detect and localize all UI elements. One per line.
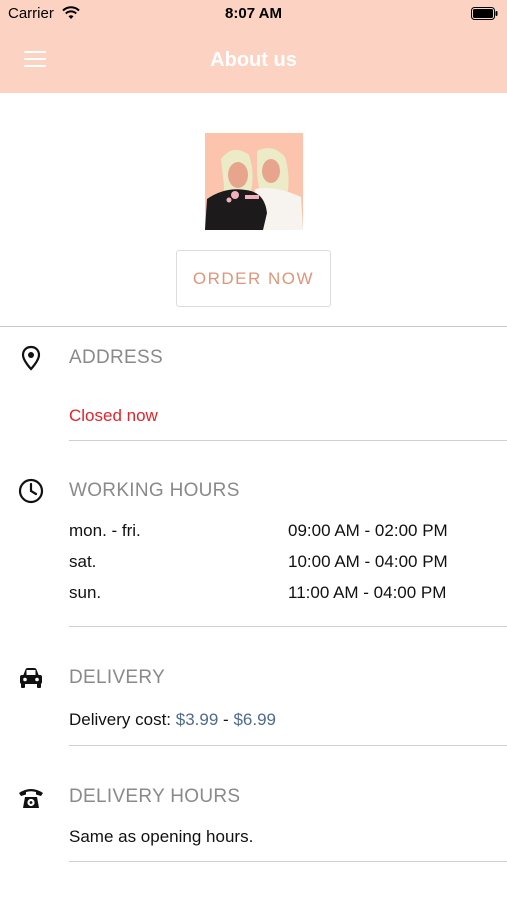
hours-time: 09:00 AM - 02:00 PM (288, 521, 448, 540)
delivery-title: DELIVERY (69, 667, 166, 688)
car-icon (20, 668, 42, 688)
working-hours-title: WORKING HOURS (69, 480, 240, 501)
hours-day: sun. (69, 583, 102, 602)
section-divider (0, 326, 507, 327)
delivery-max-price: $6.99 (233, 710, 276, 729)
address-title: ADDRESS (69, 347, 163, 368)
clock-icon (18, 478, 44, 504)
section-divider (69, 861, 507, 862)
map-pin-icon (21, 345, 41, 371)
section-divider (69, 745, 507, 746)
section-divider (69, 626, 507, 627)
hours-day: sat. (69, 552, 97, 571)
open-status: Closed now (69, 406, 158, 425)
order-now-button[interactable]: ORDER NOW (176, 250, 331, 307)
price-separator: - (223, 710, 229, 729)
delivery-cost-label: Delivery cost: (69, 710, 172, 729)
delivery-min-price: $3.99 (175, 710, 219, 729)
hours-time: 10:00 AM - 04:00 PM (288, 552, 448, 571)
status-bar: Carrier 8:07 AM (0, 0, 507, 27)
nav-bar: About us (0, 27, 507, 93)
delivery-cost: Delivery cost: $3.99 - $6.99 (69, 710, 276, 730)
delivery-hours-text: Same as opening hours. (69, 827, 254, 846)
battery-icon (471, 7, 498, 20)
section-divider (69, 440, 507, 441)
hours-day: mon. - fri. (69, 521, 141, 540)
phone-icon (19, 789, 43, 808)
page-title: About us (210, 49, 297, 71)
hours-time: 11:00 AM - 04:00 PM (288, 583, 447, 602)
restaurant-logo (205, 133, 303, 230)
delivery-hours-title: DELIVERY HOURS (69, 786, 241, 807)
status-time: 8:07 AM (225, 5, 282, 22)
